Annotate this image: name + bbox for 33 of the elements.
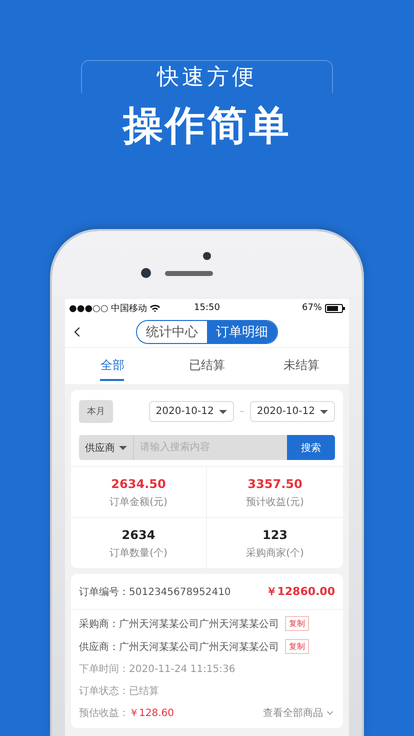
earnings-value: ￥128.60 bbox=[129, 707, 174, 720]
stat-label: 采购商家(个) bbox=[246, 546, 304, 560]
filter-tab[interactable]: 全部 bbox=[65, 348, 160, 384]
end-date-picker[interactable]: 2020-10-12 bbox=[250, 401, 335, 422]
copy-button[interactable]: 复制 bbox=[285, 616, 309, 631]
headline: 操作简单 bbox=[123, 102, 291, 151]
stat-label: 订单数量(个) bbox=[110, 546, 168, 560]
order-amount: ￥12860.00 bbox=[266, 584, 335, 599]
order-detail: 订单状态：已结算 bbox=[79, 684, 159, 698]
earnings-label: 预估收益： bbox=[79, 707, 129, 720]
start-date-picker[interactable]: 2020-10-12 bbox=[148, 401, 234, 422]
search-button[interactable]: 搜索 bbox=[287, 435, 335, 460]
stat-value: 2634.50 bbox=[111, 477, 166, 491]
order-detail: 供应商：广州天河某某公司广州天河某某公司 bbox=[79, 640, 279, 654]
order-detail: 下单时间：2020-11-24 11:15:36 bbox=[79, 662, 236, 676]
carrier-text: ●●●○○ 中国移动 bbox=[69, 302, 148, 314]
copy-button[interactable]: 复制 bbox=[285, 639, 309, 654]
stat-label: 预计收益(元) bbox=[246, 496, 304, 509]
clock-text: 15:50 bbox=[194, 303, 220, 313]
segment-tab[interactable]: 订单明细 bbox=[207, 321, 277, 343]
filter-tab[interactable]: 未结算 bbox=[254, 348, 349, 384]
stat-value: 2634 bbox=[122, 528, 156, 542]
period-button[interactable]: 本月 bbox=[79, 400, 113, 423]
filter-tab[interactable]: 已结算 bbox=[160, 348, 254, 384]
battery-text: 67% bbox=[302, 303, 322, 313]
stat-value: 123 bbox=[262, 528, 288, 542]
order-number: 订单编号：5012345678952410 bbox=[79, 586, 231, 598]
stat-label: 订单金额(元) bbox=[110, 496, 168, 509]
stat-value: 3357.50 bbox=[248, 477, 302, 491]
view-all-link[interactable]: 查看全部商品 bbox=[263, 706, 335, 720]
subtitle: 快速方便 bbox=[157, 64, 257, 92]
search-type-dropdown[interactable]: 供应商 bbox=[79, 435, 134, 460]
order-detail: 采购商：广州天河某某公司广州天河某某公司 bbox=[79, 618, 279, 630]
